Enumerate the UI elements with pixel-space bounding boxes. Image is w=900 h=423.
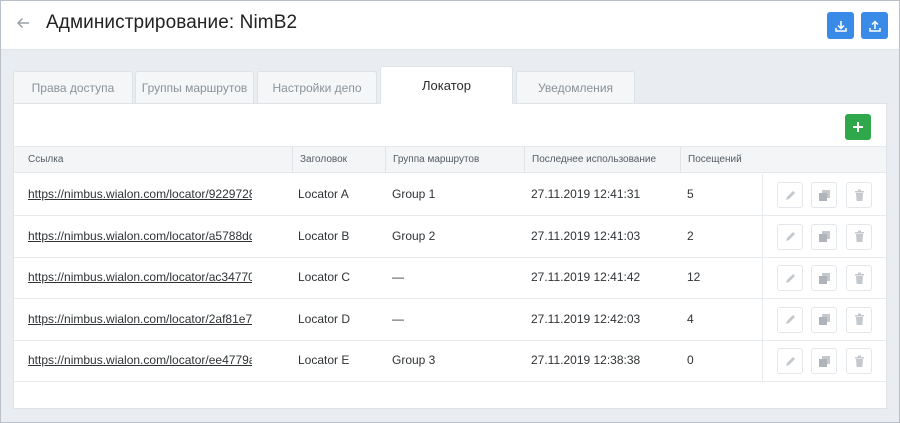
tab-route-groups[interactable]: Группы маршрутов (135, 71, 254, 103)
locator-visits: 4 (687, 311, 694, 326)
copy-button[interactable] (811, 182, 837, 208)
export-button[interactable] (827, 12, 854, 39)
locator-route-group: Group 3 (392, 353, 436, 367)
pencil-icon (785, 190, 795, 200)
pencil-icon (785, 315, 795, 324)
table-row: https://nimbus.wialon.com/locator/ee4779… (14, 340, 886, 382)
table-row: https://nimbus.wialon.com/locator/a5788d… (14, 215, 886, 258)
table-row: https://nimbus.wialon.com/locator/2af81e… (14, 298, 886, 341)
row-actions (762, 215, 886, 257)
trash-icon (854, 355, 864, 367)
download-icon (834, 20, 847, 32)
trash-icon (854, 230, 864, 242)
row-actions (762, 174, 886, 215)
copy-icon (818, 355, 830, 367)
add-locator-button[interactable] (845, 114, 871, 140)
pencil-icon (785, 273, 795, 283)
locator-route-group: — (392, 311, 404, 326)
upload-icon (868, 19, 881, 32)
column-route-group: Группа маршрутов (385, 147, 523, 173)
trash-icon (854, 313, 864, 325)
locator-last-used: 27.11.2019 12:41:31 (531, 187, 641, 201)
import-button[interactable] (861, 12, 888, 39)
locator-visits: 12 (687, 270, 701, 284)
row-actions (762, 257, 886, 298)
delete-button[interactable] (846, 182, 872, 208)
page-title: Администрирование: NimB2 (46, 12, 298, 33)
tab-notifications[interactable]: Уведомления (516, 71, 635, 103)
locator-title: Locator C (298, 270, 351, 284)
copy-button[interactable] (811, 348, 837, 374)
tab-depot-settings[interactable]: Настройки депо (257, 71, 377, 103)
locator-link[interactable]: https://nimbus.wialon.com/locator/2af81e… (28, 299, 252, 340)
pencil-icon (785, 356, 795, 366)
locator-title: Locator D (298, 311, 351, 326)
edit-button[interactable] (777, 223, 803, 250)
trash-icon (854, 189, 864, 201)
edit-button[interactable] (777, 265, 803, 291)
back-button[interactable] (12, 12, 34, 34)
column-title: Заголовок (292, 147, 384, 173)
trash-icon (854, 272, 864, 284)
locator-title: Locator E (298, 353, 350, 367)
row-actions (762, 298, 886, 340)
locator-title: Locator B (298, 228, 350, 243)
locator-last-used: 27.11.2019 12:41:03 (531, 228, 641, 243)
delete-button[interactable] (846, 348, 872, 374)
delete-button[interactable] (846, 265, 872, 291)
locator-route-group: Group 1 (392, 187, 436, 201)
edit-button[interactable] (777, 182, 803, 208)
locator-link[interactable]: https://nimbus.wialon.com/locator/ac3477… (28, 257, 252, 298)
column-last-used: Последнее использование (524, 147, 679, 173)
copy-button[interactable] (811, 306, 837, 333)
locator-last-used: 27.11.2019 12:38:38 (531, 353, 641, 367)
copy-icon (818, 189, 830, 201)
locator-route-group: Group 2 (392, 228, 436, 243)
copy-button[interactable] (811, 265, 837, 291)
table-row: https://nimbus.wialon.com/locator/ac3477… (14, 257, 886, 299)
copy-icon (818, 272, 830, 284)
delete-button[interactable] (846, 223, 872, 250)
edit-button[interactable] (777, 306, 803, 333)
copy-icon (818, 314, 830, 325)
locator-route-group: — (392, 270, 404, 284)
locator-title: Locator A (298, 187, 349, 201)
table-row: https://nimbus.wialon.com/locator/922972… (14, 174, 886, 216)
locator-visits: 0 (687, 353, 694, 367)
arrow-left-icon (16, 17, 29, 29)
locator-link[interactable]: https://nimbus.wialon.com/locator/922972… (28, 174, 252, 215)
pencil-icon (785, 232, 795, 241)
locator-link[interactable]: https://nimbus.wialon.com/locator/a5788d… (28, 216, 252, 257)
locator-link[interactable]: https://nimbus.wialon.com/locator/ee4779… (28, 340, 252, 381)
app-header: Администрирование: NimB2 (0, 0, 900, 50)
edit-button[interactable] (777, 348, 803, 374)
plus-icon (853, 122, 863, 132)
column-link: Ссылка (28, 154, 64, 165)
locator-panel: Ссылка Заголовок Группа маршрутов Послед… (13, 103, 887, 409)
locator-visits: 2 (687, 228, 694, 243)
copy-button[interactable] (811, 223, 837, 250)
locator-last-used: 27.11.2019 12:41:42 (531, 270, 641, 284)
locator-last-used: 27.11.2019 12:42:03 (531, 311, 641, 326)
column-visits: Посещений (680, 147, 762, 173)
table-header: Ссылка Заголовок Группа маршрутов Послед… (14, 146, 886, 173)
tab-access-rights[interactable]: Права доступа (13, 71, 133, 103)
copy-icon (818, 231, 830, 242)
locator-visits: 5 (687, 187, 694, 201)
row-actions (762, 340, 886, 381)
delete-button[interactable] (846, 306, 872, 333)
tab-locator[interactable]: Локатор (380, 66, 513, 104)
